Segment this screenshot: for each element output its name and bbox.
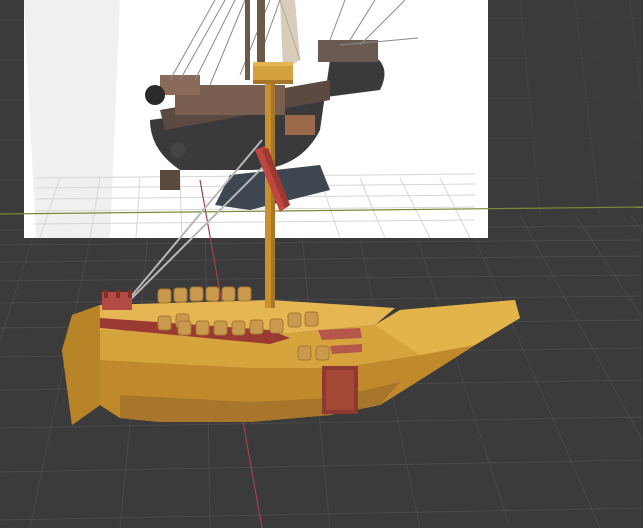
crows-nest-rim: [253, 62, 293, 66]
viewport-canvas[interactable]: [0, 0, 643, 528]
reference-image-plane[interactable]: [24, 0, 488, 239]
hull-door-panel: [326, 370, 354, 410]
crows-nest-base: [253, 80, 293, 84]
stern-post: [116, 290, 120, 298]
deck-hatch: [318, 328, 362, 340]
reference-image-shade: [24, 0, 120, 238]
stern-post: [104, 290, 108, 298]
stern-post: [128, 290, 132, 298]
3d-viewport[interactable]: [0, 0, 643, 528]
hull-stern-face: [62, 305, 100, 425]
